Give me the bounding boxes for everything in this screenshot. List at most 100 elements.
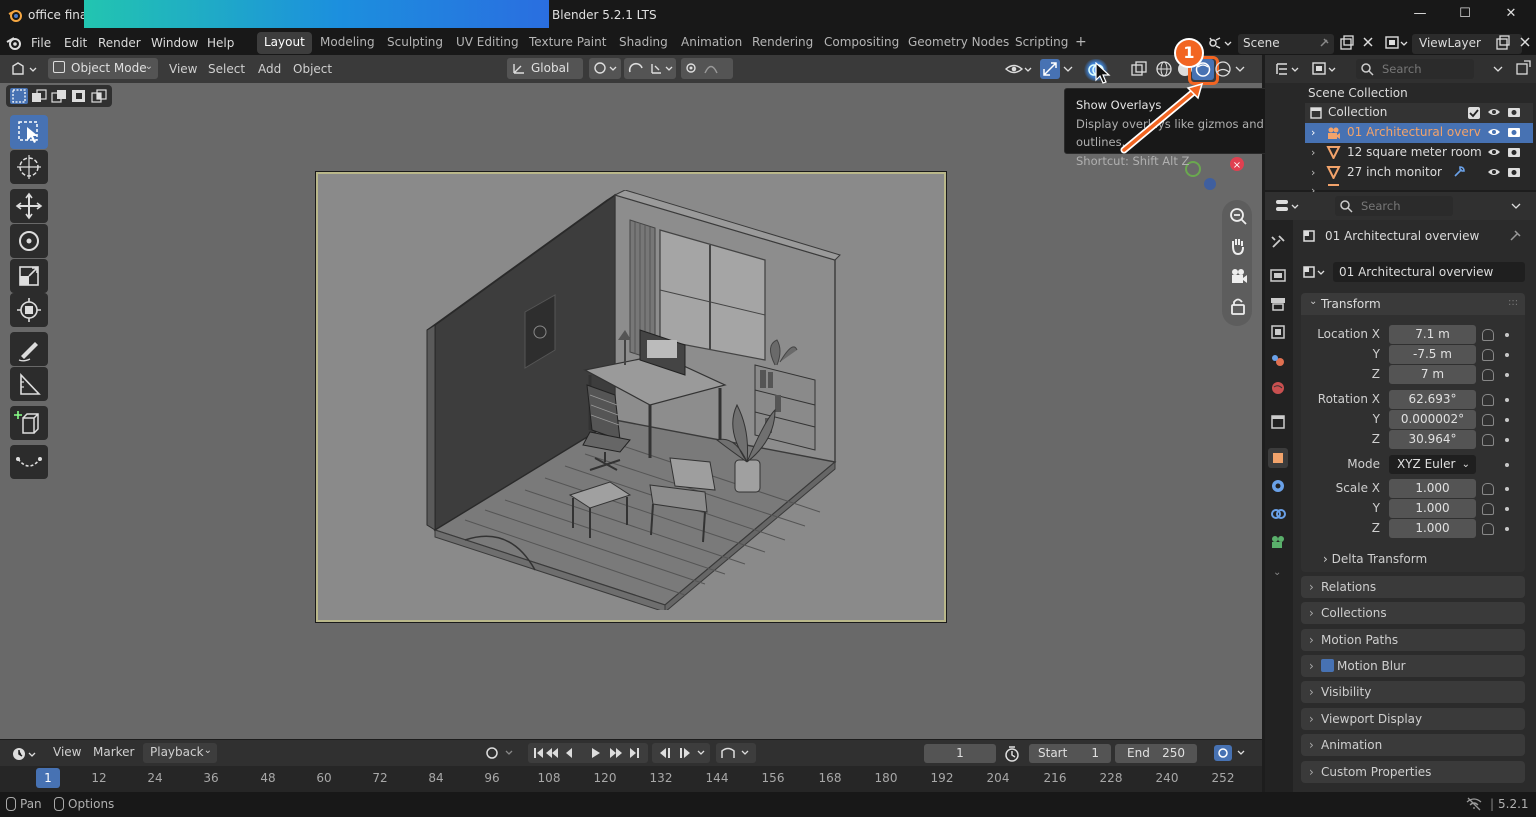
- tab-scripting[interactable]: Scripting: [1008, 32, 1075, 54]
- remove-scene-icon[interactable]: [1361, 35, 1375, 49]
- outliner-search-input[interactable]: Search: [1356, 59, 1474, 79]
- viewport-menu-object[interactable]: Object: [293, 58, 332, 80]
- autokey-icon[interactable]: [482, 744, 520, 762]
- select-new-icon[interactable]: [10, 88, 28, 104]
- playback-dropdown[interactable]: Playback ⌄: [143, 743, 217, 763]
- viewport-menu-add[interactable]: Add: [258, 58, 281, 80]
- constraints-tab-icon[interactable]: [1268, 504, 1288, 524]
- panel-custom-properties[interactable]: Custom Properties: [1301, 761, 1525, 783]
- eye-icon[interactable]: [1487, 146, 1501, 158]
- keyframe-dot-icon[interactable]: [1505, 418, 1509, 422]
- timeline-editor-icon[interactable]: [10, 745, 40, 763]
- cursor-tool[interactable]: [10, 150, 48, 184]
- gizmo-toggle-icon[interactable]: [1040, 59, 1060, 79]
- scene-tab-icon[interactable]: [1268, 350, 1288, 370]
- output-tab-icon[interactable]: [1268, 294, 1288, 314]
- world-tab-icon[interactable]: [1268, 378, 1288, 398]
- expand-arrow-icon[interactable]: ›: [1311, 166, 1315, 179]
- current-frame-field[interactable]: 1: [924, 744, 996, 763]
- rendered-shading-icon[interactable]: [1214, 60, 1232, 78]
- display-mode-icon[interactable]: [1310, 60, 1340, 78]
- visibility-icon[interactable]: [1004, 60, 1034, 78]
- scale-z-field[interactable]: 1.000: [1389, 519, 1476, 538]
- tab-modeling[interactable]: Modeling: [313, 32, 382, 54]
- rotation-y-field[interactable]: 0.000002°: [1389, 410, 1476, 429]
- keyframe-dot-icon[interactable]: [1505, 507, 1509, 511]
- render-camera-icon[interactable]: [1507, 166, 1521, 178]
- keyframe-dot-icon[interactable]: [1505, 333, 1509, 337]
- collection-tab-icon[interactable]: [1268, 412, 1288, 432]
- lock-view-icon[interactable]: [1225, 293, 1251, 319]
- viewport-menu-select[interactable]: Select: [208, 58, 245, 80]
- lock-icon[interactable]: [1482, 434, 1494, 446]
- render-camera-icon[interactable]: [1507, 146, 1521, 158]
- properties-editor-icon[interactable]: [1273, 197, 1303, 215]
- tab-layout[interactable]: Layout: [257, 32, 312, 54]
- scale-y-field[interactable]: 1.000: [1389, 499, 1476, 518]
- start-frame-field[interactable]: Start 1: [1029, 744, 1111, 763]
- maximize-button[interactable]: ☐: [1455, 6, 1475, 24]
- delta-transform-subpanel[interactable]: › Delta Transform: [1323, 552, 1427, 566]
- physics-tab-icon[interactable]: [1268, 476, 1288, 496]
- viewport-menu-view[interactable]: View: [169, 58, 197, 80]
- panel-motion-blur[interactable]: Motion Blur: [1301, 655, 1525, 677]
- hand-pan-icon[interactable]: [1225, 233, 1251, 259]
- eye-icon[interactable]: [1487, 106, 1501, 118]
- menu-window[interactable]: Window: [151, 36, 198, 50]
- add-cube-tool[interactable]: [10, 406, 48, 440]
- location-y-field[interactable]: -7.5 m: [1389, 345, 1476, 364]
- keyframe-dot-icon[interactable]: [1505, 373, 1509, 377]
- outliner-editor-icon[interactable]: [1273, 60, 1303, 78]
- keyframe-dot-icon[interactable]: [1505, 353, 1509, 357]
- tab-sculpting[interactable]: Sculpting: [380, 32, 450, 54]
- tab-animation[interactable]: Animation: [674, 32, 749, 54]
- zoom-icon[interactable]: [1225, 203, 1251, 229]
- eye-icon[interactable]: [1487, 166, 1501, 178]
- rotation-mode-dropdown[interactable]: XYZ Euler ⌄: [1389, 455, 1476, 474]
- sync-mode-icon[interactable]: [716, 743, 756, 763]
- view-layer-icon[interactable]: [1384, 34, 1410, 52]
- snapping-icon[interactable]: [624, 58, 676, 79]
- menu-render[interactable]: Render: [98, 36, 141, 50]
- transform-orientation-dropdown[interactable]: Global: [507, 58, 583, 79]
- transform-tool[interactable]: [10, 293, 48, 327]
- rotation-x-field[interactable]: 62.693°: [1389, 390, 1476, 409]
- preview-range-icon[interactable]: [1003, 745, 1021, 763]
- blender-menu-icon[interactable]: [6, 36, 22, 50]
- move-tool[interactable]: [10, 189, 48, 223]
- tab-uv-editing[interactable]: UV Editing: [449, 32, 526, 54]
- render-tab-icon[interactable]: [1268, 265, 1288, 285]
- location-z-field[interactable]: 7 m: [1389, 365, 1476, 384]
- motion-blur-checkbox[interactable]: [1321, 659, 1334, 672]
- render-camera-icon[interactable]: [1507, 126, 1521, 138]
- menu-file[interactable]: File: [31, 36, 51, 50]
- camera-view-icon[interactable]: [1225, 263, 1251, 289]
- panel-animation[interactable]: Animation: [1301, 734, 1525, 756]
- panel-viewport-display[interactable]: Viewport Display: [1301, 708, 1525, 730]
- select-extend-icon[interactable]: [30, 88, 48, 104]
- shading-dropdown-icon[interactable]: [1234, 62, 1246, 76]
- keyframe-dot-icon[interactable]: [1505, 438, 1509, 442]
- scene-type-icon[interactable]: [1207, 35, 1233, 51]
- wireframe-shading-icon[interactable]: [1155, 60, 1173, 78]
- tab-shading[interactable]: Shading: [612, 32, 675, 54]
- object-tab-icon[interactable]: [1268, 448, 1288, 468]
- new-collection-icon[interactable]: [1515, 60, 1531, 76]
- properties-options-icon[interactable]: [1508, 198, 1524, 214]
- keyframe-dot-icon[interactable]: [1505, 398, 1509, 402]
- keyframe-dot-icon[interactable]: [1505, 463, 1509, 467]
- rotation-z-field[interactable]: 30.964°: [1389, 430, 1476, 449]
- location-x-field[interactable]: 7.1 m: [1389, 325, 1476, 344]
- select-box-tool[interactable]: [10, 115, 48, 149]
- tab-texture-paint[interactable]: Texture Paint: [522, 32, 613, 54]
- new-scene-icon[interactable]: [1339, 35, 1355, 51]
- tabs-more-icon[interactable]: ⌄: [1273, 567, 1281, 578]
- pin-icon[interactable]: [1508, 229, 1522, 243]
- menu-help[interactable]: Help: [207, 36, 234, 50]
- select-intersect-icon[interactable]: [90, 88, 108, 104]
- lock-icon[interactable]: [1482, 483, 1494, 495]
- scale-x-field[interactable]: 1.000: [1389, 479, 1476, 498]
- tab-geometry-nodes[interactable]: Geometry Nodes: [901, 32, 1016, 54]
- xray-toggle-icon[interactable]: [1131, 61, 1147, 77]
- filter-icon[interactable]: [1490, 61, 1506, 77]
